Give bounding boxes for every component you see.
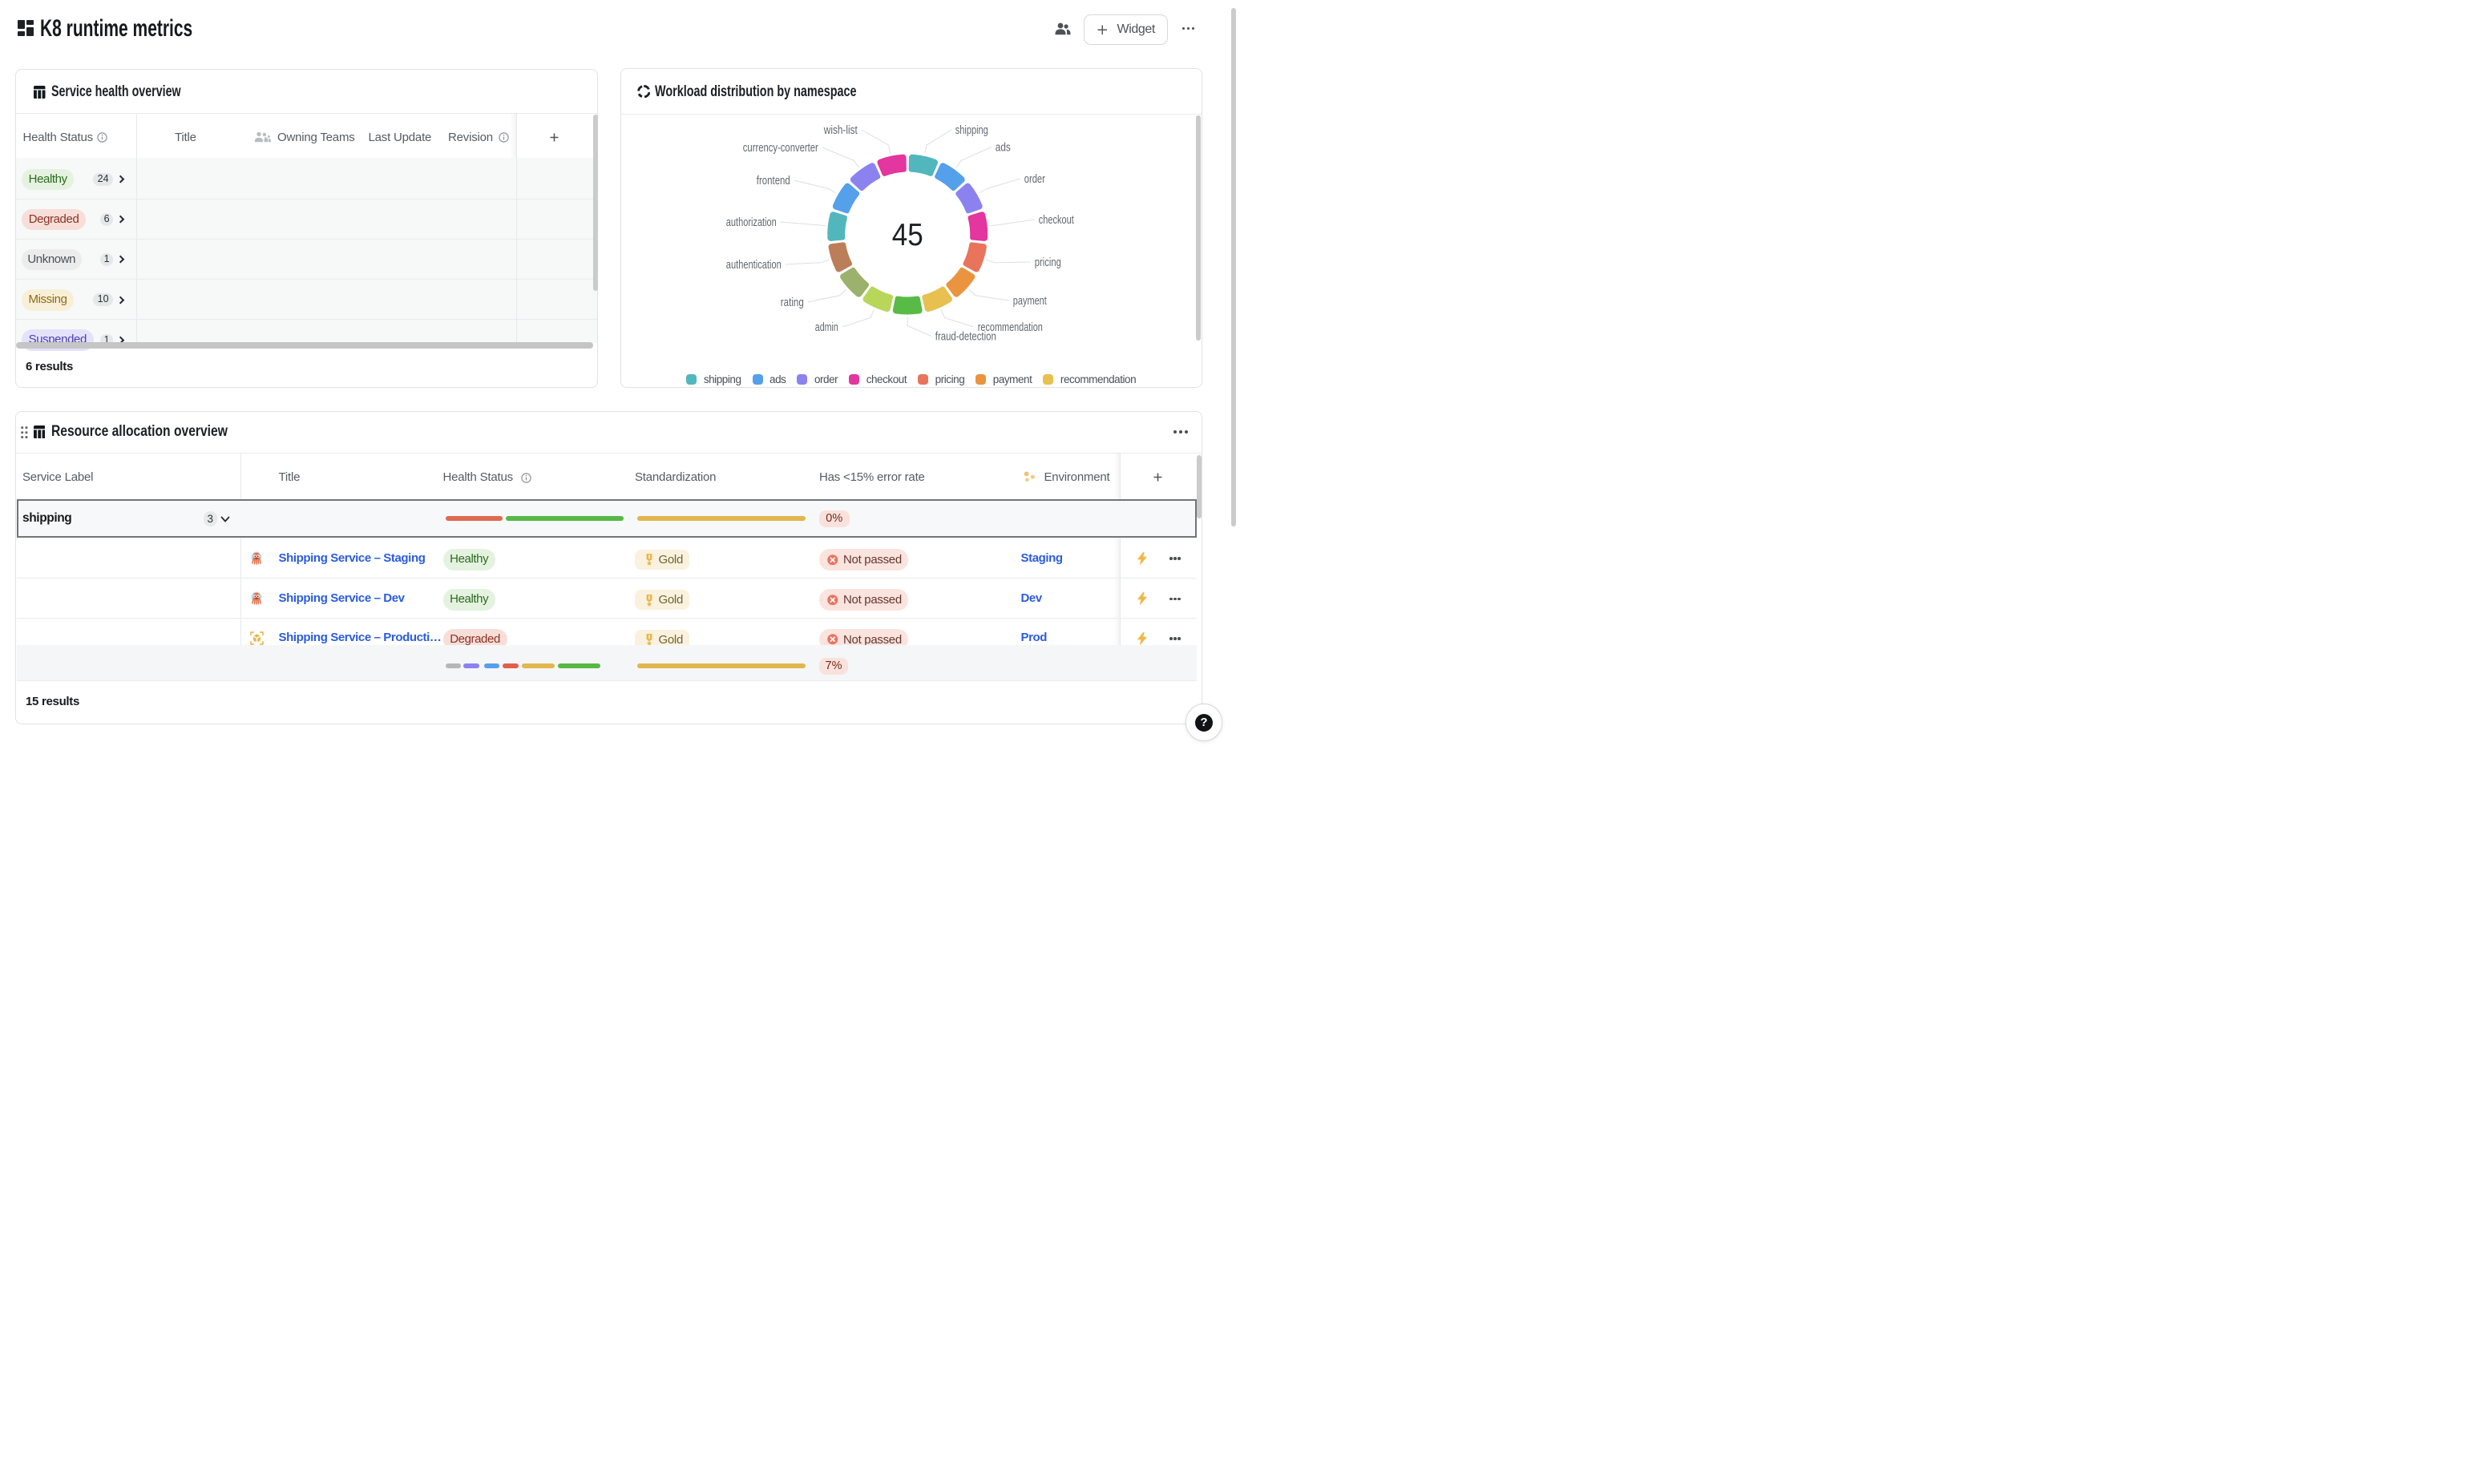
svg-text:fraud-detection: fraud-detection	[935, 331, 996, 344]
svg-text:shipping: shipping	[955, 124, 988, 137]
svg-text:wish-list: wish-list	[823, 124, 858, 137]
svg-text:order: order	[1024, 173, 1045, 186]
svg-text:currency-converter: currency-converter	[743, 142, 818, 155]
svg-text:frontend: frontend	[757, 175, 790, 188]
svg-text:payment: payment	[1013, 295, 1047, 308]
svg-text:authorization: authorization	[726, 216, 777, 229]
svg-text:checkout: checkout	[1039, 214, 1074, 227]
svg-text:ads: ads	[996, 142, 1011, 155]
svg-text:admin: admin	[815, 321, 838, 334]
svg-text:authentication: authentication	[726, 259, 782, 272]
svg-text:pricing: pricing	[1035, 256, 1061, 269]
svg-text:45: 45	[892, 218, 923, 252]
svg-text:rating: rating	[781, 296, 804, 309]
